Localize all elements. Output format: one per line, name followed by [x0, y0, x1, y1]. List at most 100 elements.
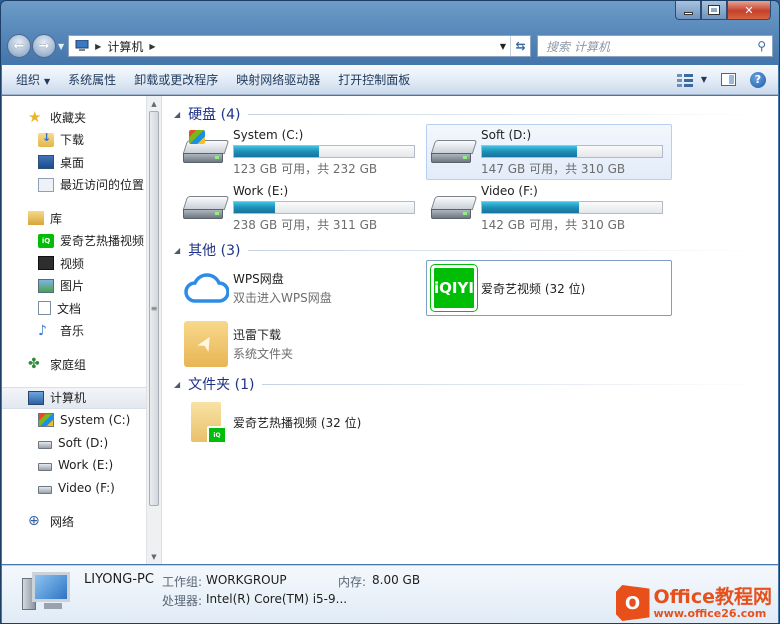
- nav-drive-f[interactable]: Video (F:): [2, 477, 147, 500]
- nav-label: 收藏夹: [50, 110, 87, 125]
- workgroup-label: 工作组:: [162, 575, 203, 589]
- drive-usage-fill: [482, 145, 578, 157]
- nav-music[interactable]: ♪ 音乐: [2, 320, 147, 343]
- back-button[interactable]: ←: [7, 34, 31, 58]
- drive-tile-f[interactable]: Video (F:) 142 GB 可用，共 310 GB: [426, 180, 672, 236]
- help-button[interactable]: ?: [750, 71, 766, 88]
- nav-downloads[interactable]: 下载: [2, 129, 147, 152]
- breadcrumb-computer[interactable]: 计算机: [107, 38, 143, 55]
- library-icon: [28, 211, 44, 226]
- address-dropdown-icon[interactable]: ▼: [496, 42, 510, 51]
- hard-drive-icon: [182, 196, 230, 220]
- navigation-tree: ★收藏夹 下载 桌面 最近访问的位置 库 iQ爱奇艺热播视频 视频 图片 文档 …: [2, 96, 147, 564]
- search-placeholder: 搜索 计算机: [546, 39, 610, 54]
- group-header-folders[interactable]: ◢ 文件夹 (1): [172, 374, 768, 394]
- breadcrumb-chevron-icon[interactable]: ▶: [95, 42, 101, 51]
- nav-desktop[interactable]: 桌面: [2, 151, 147, 174]
- nav-iqiyi-library[interactable]: iQ 爱奇艺热播视频: [2, 230, 147, 253]
- iqiyi-folder-tile[interactable]: iQ 爱奇艺热播视频 (32 位): [178, 394, 424, 450]
- group-divider: [248, 113, 768, 115]
- close-button[interactable]: ✕: [727, 1, 771, 20]
- command-toolbar: 组织 ▼ 系统属性 卸载或更改程序 映射网络驱动器 打开控制面板 ▼ ?: [2, 65, 778, 95]
- nav-drive-e[interactable]: Work (E:): [2, 454, 147, 477]
- item-name: 爱奇艺热播视频 (32 位): [233, 415, 362, 430]
- refresh-button[interactable]: ⇆: [510, 36, 530, 56]
- nav-libraries[interactable]: 库: [2, 207, 147, 230]
- cloud-icon: [184, 273, 229, 303]
- drive-tile-e[interactable]: Work (E:) 238 GB 可用，共 311 GB: [178, 180, 424, 236]
- scroll-thumb[interactable]: ≡: [149, 111, 159, 506]
- wps-cloud-tile[interactable]: WPS网盘 双击进入WPS网盘: [178, 260, 424, 316]
- preview-pane-button[interactable]: [721, 73, 736, 86]
- computer-name: LIYONG-PC: [84, 572, 154, 587]
- scroll-down-arrow-icon[interactable]: ▼: [147, 549, 161, 564]
- nav-label: 最近访问的位置: [60, 178, 145, 193]
- minimize-icon: [683, 11, 693, 15]
- nav-recent-places[interactable]: 最近访问的位置: [2, 174, 147, 197]
- scroll-up-arrow-icon[interactable]: ▲: [147, 96, 161, 111]
- recent-pages-dropdown[interactable]: ▼: [58, 42, 64, 51]
- map-network-drive-button[interactable]: 映射网络驱动器: [236, 71, 320, 88]
- nav-videos[interactable]: 视频: [2, 252, 147, 275]
- change-view-button[interactable]: ▼: [676, 73, 707, 87]
- drive-name: Soft (D:): [481, 127, 532, 142]
- group-header-drives[interactable]: ◢ 硬盘 (4): [172, 104, 768, 124]
- iqiyi-icon: iQ: [38, 233, 54, 248]
- drive-usage-bar: [233, 200, 415, 214]
- forward-button[interactable]: →: [32, 34, 56, 58]
- collapse-triangle-icon[interactable]: ◢: [174, 380, 180, 389]
- uninstall-program-button[interactable]: 卸载或更改程序: [134, 71, 218, 88]
- nav-label: 计算机: [50, 391, 87, 406]
- drive-space-info: 142 GB 可用，共 310 GB: [481, 217, 626, 232]
- desktop-icon: [38, 155, 54, 170]
- drive-tile-c[interactable]: System (C:) 123 GB 可用，共 232 GB: [178, 124, 424, 180]
- nav-homegroup[interactable]: ✤ 家庭组: [2, 353, 147, 376]
- thunder-download-tile[interactable]: 迅雷下载系统文件夹: [178, 316, 424, 372]
- drive-usage-bar: [481, 200, 663, 214]
- office-logo-icon: O: [615, 585, 650, 621]
- open-control-panel-button[interactable]: 打开控制面板: [338, 71, 410, 88]
- drive-usage-fill: [482, 201, 580, 213]
- nav-documents[interactable]: 文档: [2, 297, 147, 320]
- watermark: O Office教程网 www.office26.com: [615, 585, 772, 621]
- pictures-library-icon: [38, 278, 54, 293]
- drive-space-info: 123 GB 可用，共 232 GB: [233, 161, 378, 176]
- nav-drive-d[interactable]: Soft (D:): [2, 432, 147, 455]
- system-properties-button[interactable]: 系统属性: [68, 71, 116, 88]
- nav-computer[interactable]: 计算机: [2, 386, 147, 409]
- minimize-button[interactable]: [675, 1, 701, 20]
- preview-pane-icon: [721, 73, 736, 86]
- help-icon: ?: [750, 71, 766, 88]
- content-pane: ◢ 硬盘 (4) System (C:) 123 GB 可用，共 232 GB So…: [162, 96, 778, 564]
- maximize-button[interactable]: [701, 1, 727, 20]
- iqiyi-app-tile[interactable]: iQIYI 爱奇艺视频 (32 位): [426, 260, 672, 316]
- drive-space-info: 147 GB 可用，共 310 GB: [481, 161, 626, 176]
- maximize-icon: [708, 5, 720, 15]
- close-icon: ✕: [744, 3, 754, 17]
- nav-favorites[interactable]: ★ 收藏夹: [2, 106, 147, 129]
- downloads-folder-icon: [38, 131, 54, 147]
- organize-menu[interactable]: 组织 ▼: [16, 71, 50, 88]
- search-input[interactable]: 搜索 计算机 ⚲: [537, 35, 773, 57]
- group-title: 硬盘 (4): [188, 107, 241, 123]
- nav-scrollbar[interactable]: ▲ ≡ ▼: [146, 96, 161, 564]
- group-header-other[interactable]: ◢ 其他 (3): [172, 240, 768, 260]
- hard-drive-icon: [38, 485, 52, 494]
- collapse-triangle-icon[interactable]: ◢: [174, 110, 180, 119]
- search-icon[interactable]: ⚲: [757, 39, 766, 53]
- drive-space-info: 238 GB 可用，共 311 GB: [233, 217, 378, 232]
- address-bar[interactable]: ▶ 计算机 ▶ ▼ ⇆: [68, 35, 531, 57]
- computer-large-icon: [22, 572, 74, 612]
- breadcrumb-chevron-icon[interactable]: ▶: [149, 42, 155, 51]
- group-title: 文件夹 (1): [188, 377, 255, 393]
- nav-pictures[interactable]: 图片: [2, 275, 147, 298]
- group-divider: [262, 383, 768, 385]
- collapse-triangle-icon[interactable]: ◢: [174, 246, 180, 255]
- navigation-pane: ★收藏夹 下载 桌面 最近访问的位置 库 iQ爱奇艺热播视频 视频 图片 文档 …: [2, 96, 162, 564]
- processor-label: 处理器:: [162, 594, 203, 608]
- caption-buttons: ✕: [675, 1, 771, 20]
- nav-network[interactable]: ⊕ 网络: [2, 510, 147, 533]
- drive-tile-d[interactable]: Soft (D:) 147 GB 可用，共 310 GB: [426, 124, 672, 180]
- nav-drive-c[interactable]: System (C:): [2, 409, 147, 432]
- nav-label: Soft (D:): [58, 435, 109, 450]
